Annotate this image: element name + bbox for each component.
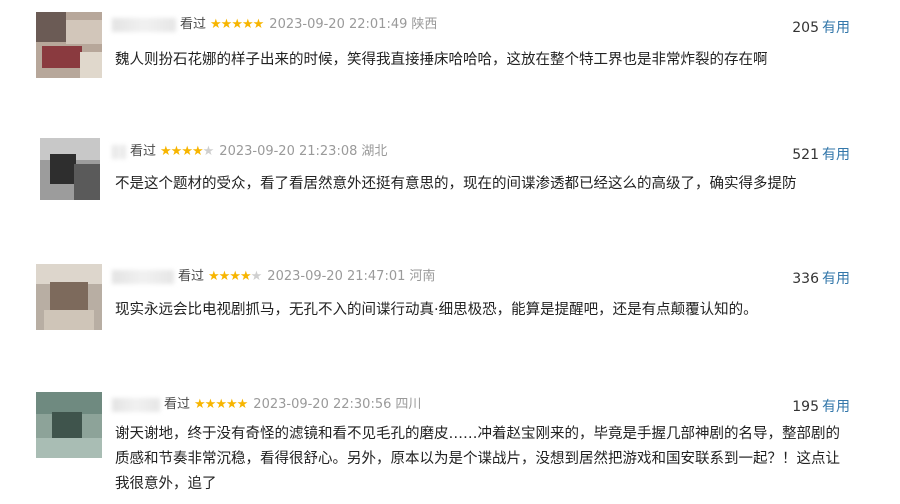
rating-stars: ★★★★★ bbox=[208, 269, 262, 284]
vote-useful-button[interactable]: 205 有用 bbox=[792, 17, 850, 37]
username-blurred[interactable] bbox=[112, 17, 176, 32]
vote-count: 336 bbox=[792, 271, 819, 287]
review-meta: 看过 ★★★★★ 2023-09-20 21:47:01 河南 bbox=[112, 267, 435, 287]
vote-count: 521 bbox=[792, 147, 819, 163]
username-blurred[interactable] bbox=[112, 144, 126, 159]
vote-useful-button[interactable]: 195 有用 bbox=[792, 396, 850, 416]
vote-count: 205 bbox=[792, 20, 819, 36]
avatar[interactable] bbox=[36, 12, 102, 78]
useful-label: 有用 bbox=[822, 271, 850, 287]
vote-useful-button[interactable]: 521 有用 bbox=[792, 144, 850, 164]
username-blurred[interactable] bbox=[112, 397, 160, 412]
review-text: 谢天谢地，终于没有奇怪的滤镜和看不见毛孔的磨皮……冲着赵宝刚来的，毕竟是手握几部… bbox=[115, 426, 840, 492]
rating-stars: ★★★★★ bbox=[160, 144, 214, 159]
review-location: 湖北 bbox=[361, 144, 388, 159]
review-location: 陕西 bbox=[411, 17, 438, 32]
rating-stars: ★★★★★ bbox=[210, 17, 264, 32]
review-text: 不是这个题材的受众，看了看居然意外还挺有意思的，现在的间谍渗透都已经这么的高级了… bbox=[115, 176, 797, 192]
review-text: 现实永远会比电视剧抓马，无孔不入的间谍行动真·细思极恐，能算是提醒吧，还是有点颠… bbox=[115, 302, 758, 318]
review-time: 2023-09-20 22:30:56 bbox=[253, 397, 392, 412]
avatar[interactable] bbox=[40, 138, 100, 200]
watched-status: 看过 bbox=[180, 17, 207, 32]
vote-count: 195 bbox=[792, 399, 819, 415]
rating-stars: ★★★★★ bbox=[194, 397, 248, 412]
watched-status: 看过 bbox=[178, 269, 205, 284]
review-location: 河南 bbox=[409, 269, 436, 284]
avatar[interactable] bbox=[36, 392, 102, 458]
useful-label: 有用 bbox=[822, 20, 850, 36]
useful-label: 有用 bbox=[822, 147, 850, 163]
review-time: 2023-09-20 22:01:49 bbox=[269, 17, 408, 32]
review-meta: 看过 ★★★★★ 2023-09-20 22:30:56 四川 bbox=[112, 395, 421, 415]
review-time: 2023-09-20 21:47:01 bbox=[267, 269, 406, 284]
useful-label: 有用 bbox=[822, 399, 850, 415]
username-blurred[interactable] bbox=[112, 269, 174, 284]
watched-status: 看过 bbox=[164, 397, 191, 412]
avatar[interactable] bbox=[36, 264, 102, 330]
vote-useful-button[interactable]: 336 有用 bbox=[792, 268, 850, 288]
watched-status: 看过 bbox=[130, 144, 157, 159]
review-time: 2023-09-20 21:23:08 bbox=[219, 144, 358, 159]
review-text: 魏人则扮石花娜的样子出来的时候，笑得我直接捶床哈哈哈，这放在整个特工界也是非常炸… bbox=[115, 52, 768, 68]
review-meta: 看过 ★★★★★ 2023-09-20 22:01:49 陕西 bbox=[112, 15, 437, 35]
review-location: 四川 bbox=[395, 397, 422, 412]
review-meta: 看过 ★★★★★ 2023-09-20 21:23:08 湖北 bbox=[112, 142, 387, 162]
